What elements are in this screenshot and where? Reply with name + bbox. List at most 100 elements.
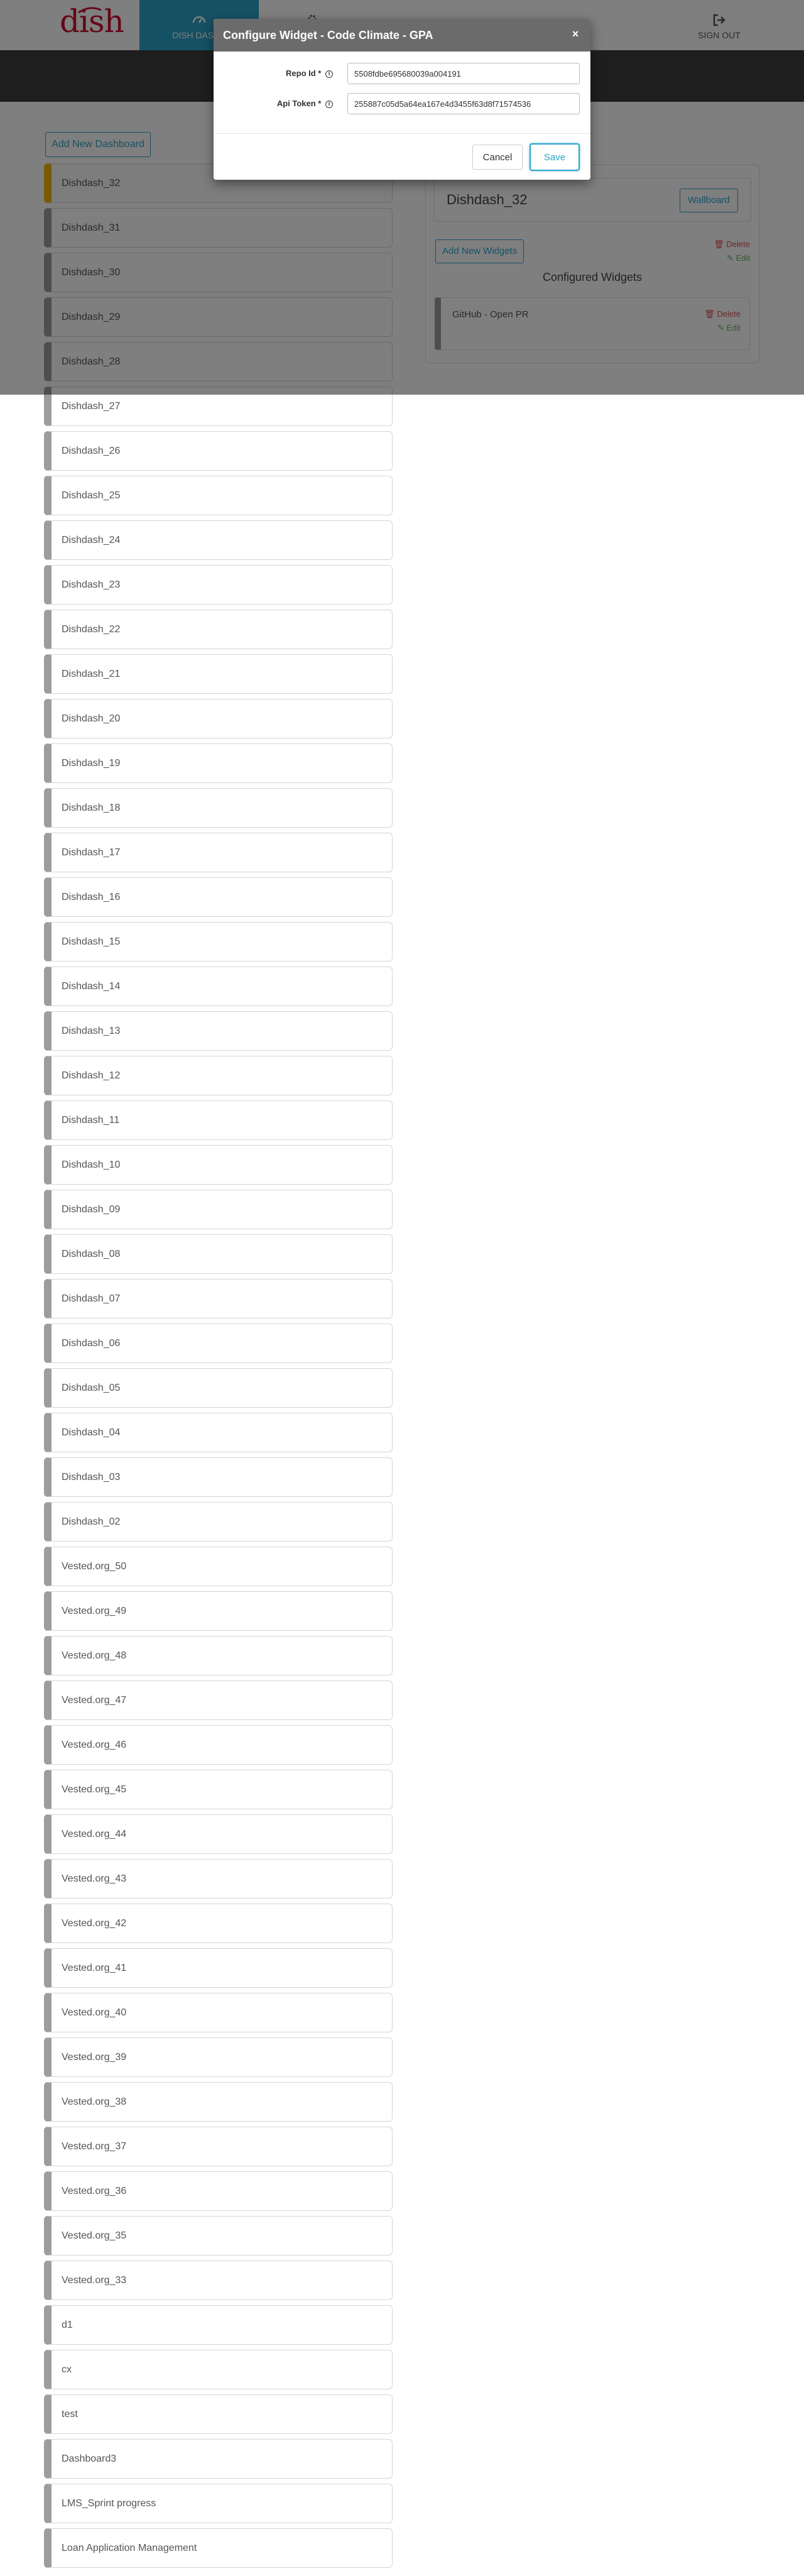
dashboard-name: Dishdash_04 bbox=[62, 1427, 121, 1438]
dashboard-list-item[interactable]: Vested.org_48 bbox=[44, 1636, 393, 1675]
dashboard-list-item[interactable]: Vested.org_36 bbox=[44, 2171, 393, 2211]
dashboard-name: Dishdash_16 bbox=[62, 892, 121, 902]
dashboard-list-item[interactable]: Loan Application Management bbox=[44, 2528, 393, 2568]
dashboard-name: Loan Application Management bbox=[62, 2543, 197, 2553]
dashboard-list-item[interactable]: Dishdash_04 bbox=[44, 1413, 393, 1452]
dashboard-list-item[interactable]: Dishdash_05 bbox=[44, 1368, 393, 1408]
dashboard-name: Vested.org_43 bbox=[62, 1873, 127, 1884]
dashboard-name: Dishdash_21 bbox=[62, 669, 121, 679]
dashboard-name: Dishdash_13 bbox=[62, 1026, 121, 1036]
dashboard-name: Dishdash_05 bbox=[62, 1383, 121, 1393]
dashboard-name: Dishdash_20 bbox=[62, 713, 121, 724]
dashboard-list-item[interactable]: Vested.org_33 bbox=[44, 2261, 393, 2300]
api-token-label: Api Token * i bbox=[214, 93, 333, 114]
dashboard-list-item[interactable]: Dishdash_08 bbox=[44, 1234, 393, 1274]
dashboard-list-item[interactable]: Vested.org_42 bbox=[44, 1904, 393, 1943]
dashboard-name: Vested.org_49 bbox=[62, 1606, 127, 1616]
repo-id-input[interactable] bbox=[347, 63, 580, 84]
dashboard-list-item[interactable]: Dishdash_25 bbox=[44, 476, 393, 515]
dashboard-name: Dishdash_15 bbox=[62, 936, 121, 947]
dashboard-list-item[interactable]: Dishdash_02 bbox=[44, 1502, 393, 1542]
info-icon[interactable]: i bbox=[325, 70, 333, 78]
dashboard-name: Dishdash_09 bbox=[62, 1204, 121, 1215]
dashboard-list-item[interactable]: Dishdash_20 bbox=[44, 699, 393, 738]
dashboard-list-item[interactable]: Dishdash_12 bbox=[44, 1056, 393, 1095]
dashboard-list-item[interactable]: Dishdash_14 bbox=[44, 967, 393, 1006]
dashboard-name: d1 bbox=[62, 2320, 73, 2330]
dashboard-name: Dishdash_10 bbox=[62, 1159, 121, 1170]
modal-title: Configure Widget - Code Climate - GPA bbox=[223, 29, 433, 41]
dashboard-list-item[interactable]: Dishdash_19 bbox=[44, 743, 393, 783]
dashboard-name: Vested.org_40 bbox=[62, 2007, 127, 2018]
dashboard-list-item[interactable]: Dishdash_22 bbox=[44, 610, 393, 649]
dashboard-name: Dishdash_11 bbox=[62, 1115, 120, 1126]
api-token-row: Api Token * i bbox=[214, 93, 590, 114]
dashboard-name: Dishdash_26 bbox=[62, 446, 121, 456]
cancel-button[interactable]: Cancel bbox=[472, 145, 523, 170]
dashboard-list-item[interactable]: Vested.org_43 bbox=[44, 1859, 393, 1899]
dashboard-name: Dishdash_06 bbox=[62, 1338, 121, 1349]
dashboard-list-item[interactable]: Dishdash_24 bbox=[44, 520, 393, 560]
dashboard-name: Vested.org_39 bbox=[62, 2052, 127, 2063]
dashboard-name: Dashboard3 bbox=[62, 2453, 117, 2464]
dashboard-list-item[interactable]: Dishdash_21 bbox=[44, 654, 393, 694]
dashboard-name: Dishdash_25 bbox=[62, 490, 121, 501]
dashboard-list-item[interactable]: Vested.org_46 bbox=[44, 1725, 393, 1765]
dashboard-list-item[interactable]: d1 bbox=[44, 2305, 393, 2345]
dashboard-list-item[interactable]: Vested.org_44 bbox=[44, 1814, 393, 1854]
dashboard-name: Dishdash_22 bbox=[62, 624, 121, 635]
dashboard-list-item[interactable]: Dishdash_23 bbox=[44, 565, 393, 605]
dashboard-name: Vested.org_42 bbox=[62, 1918, 127, 1929]
dashboard-list-item[interactable]: Vested.org_38 bbox=[44, 2082, 393, 2122]
close-icon[interactable]: × bbox=[569, 28, 582, 40]
repo-id-row: Repo Id * i bbox=[214, 63, 590, 84]
dashboard-list-item[interactable]: cx bbox=[44, 2350, 393, 2389]
dashboard-name: Vested.org_45 bbox=[62, 1784, 127, 1795]
dashboard-list-item[interactable]: Vested.org_39 bbox=[44, 2037, 393, 2077]
dashboard-list: Dishdash_32Dishdash_31Dishdash_30Dishdas… bbox=[44, 163, 393, 2573]
dashboard-name: Vested.org_35 bbox=[62, 2230, 127, 2241]
dashboard-list-item[interactable]: Dishdash_07 bbox=[44, 1279, 393, 1318]
dashboard-list-item[interactable]: Dishdash_09 bbox=[44, 1190, 393, 1229]
dashboard-name: Dishdash_17 bbox=[62, 847, 121, 858]
dashboard-list-item[interactable]: Dishdash_10 bbox=[44, 1145, 393, 1185]
dashboard-name: Vested.org_38 bbox=[62, 2096, 127, 2107]
info-icon[interactable]: i bbox=[325, 100, 333, 108]
dashboard-list-item[interactable]: Dishdash_16 bbox=[44, 877, 393, 917]
dashboard-list-item[interactable]: Dishdash_15 bbox=[44, 922, 393, 962]
dashboard-list-item[interactable]: Vested.org_37 bbox=[44, 2127, 393, 2166]
configure-widget-modal: Configure Widget - Code Climate - GPA × … bbox=[214, 19, 590, 180]
dashboard-list-item[interactable]: Vested.org_45 bbox=[44, 1770, 393, 1809]
dashboard-name: Dishdash_18 bbox=[62, 803, 121, 813]
dashboard-list-item[interactable]: Dishdash_26 bbox=[44, 431, 393, 471]
dashboard-list-item[interactable]: LMS_Sprint progress bbox=[44, 2484, 393, 2523]
dashboard-name: Dishdash_07 bbox=[62, 1293, 121, 1304]
dashboard-name: Dishdash_12 bbox=[62, 1070, 121, 1081]
api-token-input[interactable] bbox=[347, 93, 580, 114]
dashboard-name: LMS_Sprint progress bbox=[62, 2498, 156, 2509]
dashboard-list-item[interactable]: Vested.org_35 bbox=[44, 2216, 393, 2255]
dashboard-name: Vested.org_47 bbox=[62, 1695, 127, 1706]
dashboard-list-item[interactable]: Dishdash_13 bbox=[44, 1011, 393, 1051]
modal-header: Configure Widget - Code Climate - GPA × bbox=[214, 19, 590, 52]
dashboard-name: Vested.org_48 bbox=[62, 1650, 127, 1661]
dashboard-list-item[interactable]: Dashboard3 bbox=[44, 2439, 393, 2479]
dashboard-list-item[interactable]: Dishdash_11 bbox=[44, 1100, 393, 1140]
dashboard-list-item[interactable]: Vested.org_47 bbox=[44, 1680, 393, 1720]
dashboard-list-item[interactable]: Dishdash_17 bbox=[44, 833, 393, 872]
dashboard-name: Dishdash_14 bbox=[62, 981, 121, 992]
dashboard-name: Dishdash_03 bbox=[62, 1472, 121, 1483]
repo-id-label-text: Repo Id * bbox=[286, 69, 322, 78]
dashboard-list-item[interactable]: Dishdash_18 bbox=[44, 788, 393, 828]
dashboard-list-item[interactable]: Dishdash_03 bbox=[44, 1457, 393, 1497]
dashboard-list-item[interactable]: Dishdash_06 bbox=[44, 1324, 393, 1363]
dashboard-name: Vested.org_44 bbox=[62, 1829, 127, 1839]
save-button[interactable]: Save bbox=[530, 143, 580, 171]
dashboard-list-item[interactable]: Vested.org_49 bbox=[44, 1591, 393, 1631]
dashboard-list-item[interactable]: test bbox=[44, 2394, 393, 2434]
dashboard-list-item[interactable]: Vested.org_50 bbox=[44, 1547, 393, 1586]
dashboard-list-item[interactable]: Vested.org_41 bbox=[44, 1948, 393, 1988]
dashboard-name: Vested.org_33 bbox=[62, 2275, 127, 2286]
dashboard-name: Dishdash_19 bbox=[62, 758, 121, 769]
dashboard-list-item[interactable]: Vested.org_40 bbox=[44, 1993, 393, 2032]
